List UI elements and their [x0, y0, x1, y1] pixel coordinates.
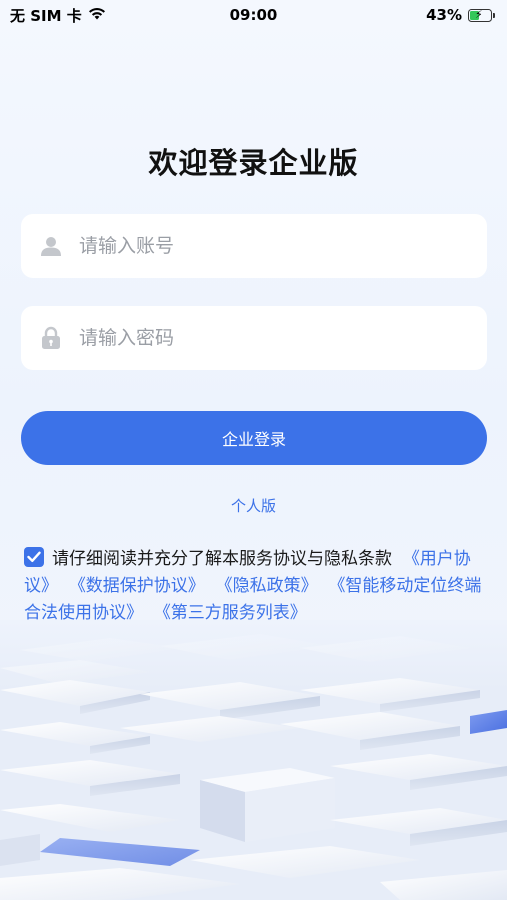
agreement-text: 请仔细阅读并充分了解本服务协议与隐私条款 《用户协议》 《数据保护协议》 《隐私…	[24, 546, 492, 627]
personal-version-link[interactable]: 个人版	[0, 495, 507, 516]
status-bar: 无 SIM 卡 09:00 43% ⚡	[0, 0, 507, 30]
wifi-icon	[88, 6, 106, 24]
decorative-blocks-illustration	[0, 620, 507, 900]
account-input[interactable]	[79, 235, 487, 257]
status-right: 43% ⚡	[426, 6, 495, 24]
carrier-label: 无 SIM 卡	[10, 6, 82, 25]
data-protection-link[interactable]: 《数据保护协议》	[69, 576, 205, 596]
password-input[interactable]	[79, 327, 487, 349]
lock-icon	[39, 326, 63, 350]
status-left: 无 SIM 卡	[10, 5, 106, 26]
agreement-prefix: 请仔细阅读并充分了解本服务协议与隐私条款	[52, 549, 392, 569]
battery-charging-icon: ⚡	[468, 8, 495, 22]
account-field[interactable]	[21, 214, 487, 278]
privacy-policy-link[interactable]: 《隐私政策》	[216, 576, 318, 596]
page-title: 欢迎登录企业版	[148, 146, 359, 180]
user-icon	[39, 234, 63, 258]
password-field[interactable]	[21, 306, 487, 370]
checkbox-checked-icon[interactable]	[24, 547, 44, 567]
enterprise-login-button[interactable]: 企业登录	[21, 411, 487, 465]
battery-percent: 43%	[426, 6, 462, 24]
